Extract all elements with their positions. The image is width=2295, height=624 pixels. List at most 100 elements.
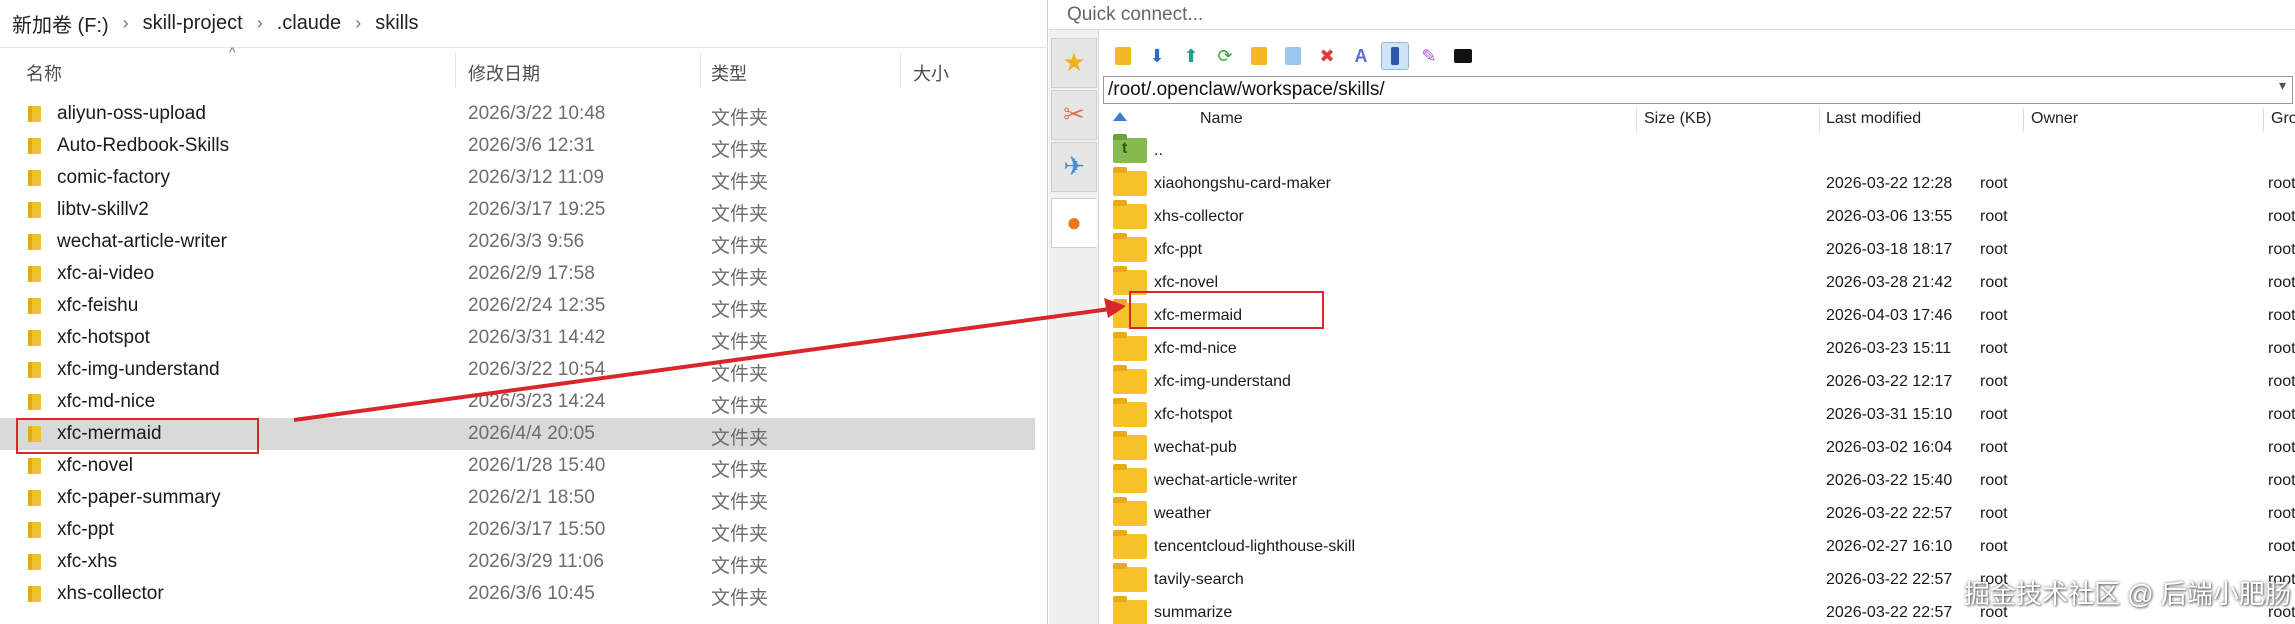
file-row[interactable]: wechat-article-writer 2026/3/3 9:56 文件夹: [0, 226, 1035, 258]
file-modified: 2026-03-31 15:10: [1826, 406, 1953, 423]
file-row[interactable]: xfc-img-understand 2026/3/22 10:54 文件夹: [0, 354, 1035, 386]
breadcrumb-claude[interactable]: .claude: [271, 12, 348, 35]
remote-column-name[interactable]: Name: [1200, 110, 1243, 128]
folder-icon: [28, 266, 41, 282]
column-divider[interactable]: [700, 52, 701, 88]
remote-column-size[interactable]: Size (KB): [1644, 110, 1712, 128]
file-row[interactable]: xhs-collector 2026/3/6 10:45 文件夹: [0, 578, 1035, 610]
column-divider[interactable]: [455, 52, 456, 88]
upload-icon[interactable]: ⬆: [1177, 42, 1205, 70]
file-date: 2026/2/1 18:50: [468, 487, 595, 508]
remote-file-row[interactable]: wechat-pub 2026-03-02 16:04 root root: [1103, 431, 2295, 464]
file-row[interactable]: xfc-paper-summary 2026/2/1 18:50 文件夹: [0, 482, 1035, 514]
file-name: aliyun-oss-upload: [57, 103, 206, 124]
column-header-date[interactable]: 修改日期: [468, 60, 540, 86]
parent-directory-row[interactable]: t..: [1103, 134, 2293, 167]
folder-icon: [28, 394, 41, 410]
file-list: aliyun-oss-upload 2026/3/22 10:48 文件夹 Auto-…: [0, 98, 1048, 610]
sort-up-icon: [1113, 112, 1127, 121]
column-divider[interactable]: [900, 52, 901, 88]
path-field[interactable]: /root/.openclaw/workspace/skills/ ▾: [1103, 76, 2293, 104]
rename-icon[interactable]: A: [1347, 42, 1375, 70]
highlight-box-local: [16, 418, 259, 454]
file-row[interactable]: xfc-xhs 2026/3/29 11:06 文件夹: [0, 546, 1035, 578]
remote-file-row[interactable]: xiaohongshu-card-maker 2026-03-22 12:28 ro…: [1103, 167, 2295, 200]
file-group: root: [2268, 175, 2295, 192]
sort-ascending-icon: ^: [229, 44, 236, 60]
file-date: 2026/3/22 10:48: [468, 103, 606, 124]
send-icon[interactable]: ✈: [1051, 142, 1097, 192]
remote-column-group[interactable]: Group: [2271, 110, 2295, 128]
remote-file-row[interactable]: xfc-ppt 2026-03-18 18:17 root root: [1103, 233, 2295, 266]
find-icon[interactable]: ✎: [1415, 42, 1443, 70]
folder-icon: [28, 138, 41, 154]
remote-file-row[interactable]: xfc-hotspot 2026-03-31 15:10 root root: [1103, 398, 2295, 431]
file-date: 2026/1/28 15:40: [468, 455, 606, 476]
remote-column-owner[interactable]: Owner: [2031, 110, 2078, 128]
column-header-size[interactable]: 大小: [913, 60, 949, 86]
file-row[interactable]: xfc-novel 2026/1/28 15:40 文件夹: [0, 450, 1035, 482]
remote-file-row[interactable]: xfc-img-understand 2026-03-22 12:17 root ro…: [1103, 365, 2295, 398]
file-owner: root: [1980, 241, 2008, 258]
remote-file-row[interactable]: weather 2026-03-22 22:57 root root: [1103, 497, 2295, 530]
chevron-down-icon[interactable]: ▾: [2279, 77, 2286, 94]
file-row[interactable]: aliyun-oss-upload 2026/3/22 10:48 文件夹: [0, 98, 1035, 130]
file-date: 2026/3/17 19:25: [468, 199, 606, 220]
file-row[interactable]: Auto-Redbook-Skills 2026/3/6 12:31 文件夹: [0, 130, 1035, 162]
folder-icon: [1113, 563, 1147, 592]
breadcrumb-drive[interactable]: 新加卷 (F:): [6, 9, 115, 38]
folder-icon: [1113, 530, 1147, 559]
remote-column-modified[interactable]: Last modified: [1826, 110, 1921, 128]
column-divider[interactable]: [2023, 108, 2024, 132]
column-divider[interactable]: [2263, 108, 2264, 132]
folder-icon: [28, 202, 41, 218]
file-modified: 2026-03-18 18:17: [1826, 241, 1953, 258]
parent-folder-icon[interactable]: [1109, 42, 1137, 70]
file-modified: 2026-04-03 17:46: [1826, 307, 1953, 324]
file-row[interactable]: xfc-feishu 2026/2/24 12:35 文件夹: [0, 290, 1035, 322]
file-group: root: [2268, 406, 2295, 423]
download-icon[interactable]: ⬇: [1143, 42, 1171, 70]
column-header-name[interactable]: 名称: [26, 60, 62, 86]
file-row[interactable]: xfc-ai-video 2026/2/9 17:58 文件夹: [0, 258, 1035, 290]
column-divider[interactable]: [1636, 108, 1637, 132]
tools-icon[interactable]: ✂: [1051, 90, 1097, 140]
file-row[interactable]: comic-factory 2026/3/12 11:09 文件夹: [0, 162, 1035, 194]
file-name: tencentcloud-lighthouse-skill: [1154, 538, 1355, 555]
remote-file-row[interactable]: tencentcloud-lighthouse-skill 2026-02-27 …: [1103, 530, 2295, 563]
folder-icon: [28, 106, 41, 122]
folder-icon: [28, 170, 41, 186]
breadcrumb-skills[interactable]: skills: [369, 12, 424, 35]
sites-icon[interactable]: ●: [1051, 198, 1097, 248]
file-date: 2026/2/24 12:35: [468, 295, 606, 316]
file-name: xfc-hotspot: [1154, 406, 1233, 423]
file-name: xfc-ppt: [1154, 241, 1203, 258]
chevron-right-icon: ›: [256, 13, 263, 33]
folder-icon: [28, 522, 41, 538]
new-folder-icon[interactable]: [1245, 42, 1273, 70]
column-header-type[interactable]: 类型: [711, 60, 747, 86]
terminal-icon[interactable]: [1449, 42, 1477, 70]
file-row[interactable]: xfc-hotspot 2026/3/31 14:42 文件夹: [0, 322, 1035, 354]
file-date: 2026/3/31 14:42: [468, 327, 606, 348]
breadcrumb-skill-project[interactable]: skill-project: [137, 12, 249, 35]
file-name: xfc-ai-video: [57, 263, 155, 284]
file-row[interactable]: xfc-ppt 2026/3/17 15:50 文件夹: [0, 514, 1035, 546]
properties-icon[interactable]: [1381, 42, 1409, 70]
column-divider[interactable]: [1819, 108, 1820, 132]
remote-file-row[interactable]: xhs-collector 2026-03-06 13:55 root root: [1103, 200, 2295, 233]
file-row[interactable]: xfc-md-nice 2026/3/23 14:24 文件夹: [0, 386, 1035, 418]
refresh-icon[interactable]: ⟳: [1211, 42, 1239, 70]
chevron-right-icon: ›: [122, 13, 129, 33]
file-group: root: [2268, 274, 2295, 291]
quick-connect-input[interactable]: Quick connect...: [1049, 0, 2295, 30]
favorites-star-icon[interactable]: ★: [1051, 38, 1097, 88]
delete-icon[interactable]: ✖: [1313, 42, 1341, 70]
file-type: 文件夹: [711, 140, 769, 161]
file-date: 2026/3/3 9:56: [468, 231, 585, 252]
file-row[interactable]: libtv-skillv2 2026/3/17 19:25 文件夹: [0, 194, 1035, 226]
file-name: xfc-md-nice: [1154, 340, 1237, 357]
new-file-icon[interactable]: [1279, 42, 1307, 70]
remote-file-row[interactable]: wechat-article-writer 2026-03-22 15:40 roo…: [1103, 464, 2295, 497]
remote-file-row[interactable]: xfc-md-nice 2026-03-23 15:11 root root: [1103, 332, 2295, 365]
